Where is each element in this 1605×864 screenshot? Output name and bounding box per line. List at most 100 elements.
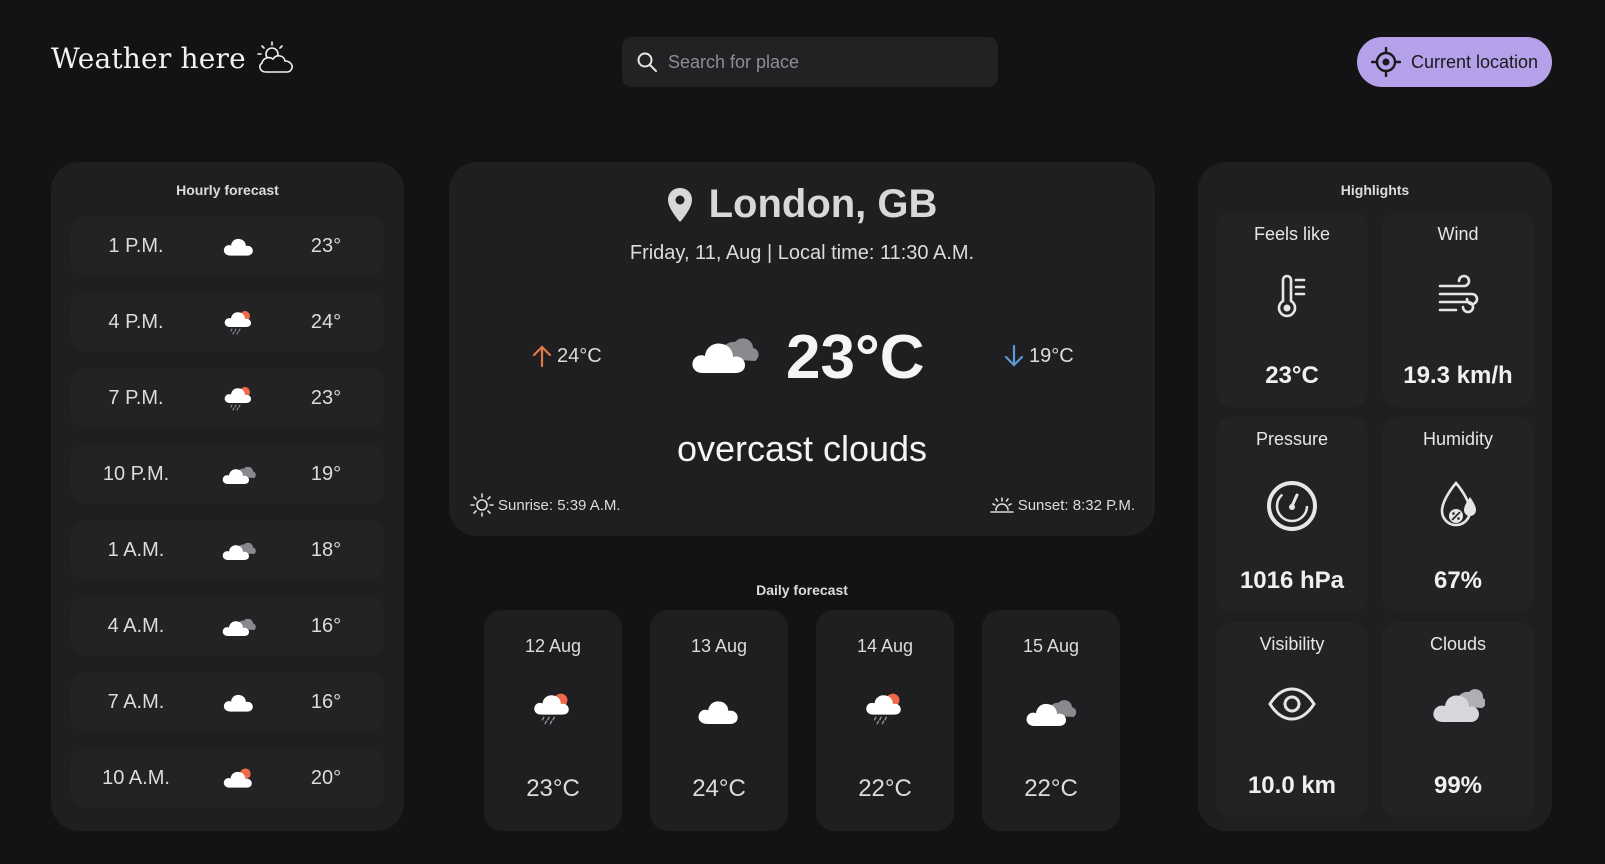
current-temp: 23°C — [786, 323, 925, 392]
hourly-row: 7 P.M. 23° — [71, 368, 384, 428]
feels-like-value: 23°C — [1265, 362, 1319, 389]
overcast-icon — [982, 690, 1120, 728]
hour-temp: 23° — [310, 386, 342, 409]
hourly-row: 4 P.M. 24° — [71, 292, 384, 352]
sun-cloud-icon — [201, 766, 276, 790]
daily-date: 13 Aug — [690, 636, 748, 656]
humidity-label: Humidity — [1422, 429, 1493, 449]
hour-time: 1 P.M. — [108, 234, 164, 257]
sunrise: Sunrise: 5:39 A.M. — [469, 492, 621, 518]
hour-time: 7 P.M. — [108, 386, 164, 409]
clouds-card: Clouds 99% — [1382, 622, 1534, 817]
rain-sun-icon — [201, 384, 276, 412]
wind-value: 19.3 km/h — [1403, 362, 1513, 389]
pressure-value: 1016 hPa — [1239, 567, 1345, 594]
highlights-panel: Highlights Feels like 23°C Wind 19.3 km/… — [1198, 162, 1552, 831]
max-temp: 24°C — [531, 344, 602, 368]
eye-icon — [1216, 684, 1368, 724]
daily-date: 12 Aug — [524, 636, 582, 656]
feels-like-label: Feels like — [1253, 224, 1331, 244]
hourly-forecast-panel: Hourly forecast 1 P.M. 23° 4 P.M. 24° 7 … — [51, 162, 404, 831]
rain-sun-icon — [484, 690, 622, 726]
rain-sun-icon — [201, 308, 276, 336]
clouds-value: 99% — [1433, 772, 1483, 799]
hourly-forecast-title: Hourly forecast — [176, 182, 279, 198]
sunrise-text: Sunrise: 5:39 A.M. — [498, 496, 621, 514]
sunset-text: Sunset: 8:32 P.M. — [1017, 496, 1135, 514]
min-temp: 19°C — [1003, 344, 1074, 368]
daily-forecast-title: Daily forecast — [756, 582, 848, 598]
rain-sun-icon — [816, 690, 954, 726]
daily-date: 15 Aug — [1022, 636, 1080, 656]
crosshair-icon — [1371, 47, 1401, 77]
hour-time: 4 P.M. — [108, 310, 164, 333]
hour-temp: 20° — [310, 766, 342, 789]
local-datetime: Friday, 11, Aug | Local time: 11:30 A.M. — [629, 242, 975, 264]
search-input[interactable] — [668, 51, 968, 73]
hourly-row: 1 A.M. 18° — [71, 520, 384, 580]
app-logo[interactable]: Weather here — [51, 40, 296, 76]
highlights-title: Highlights — [1340, 182, 1410, 198]
hourly-row: 10 P.M. 19° — [71, 444, 384, 504]
hour-temp: 24° — [310, 310, 342, 333]
humidity-icon — [1382, 479, 1534, 531]
visibility-label: Visibility — [1259, 634, 1325, 654]
hour-time: 10 A.M. — [102, 766, 170, 789]
hour-temp: 16° — [310, 614, 342, 637]
wind-card: Wind 19.3 km/h — [1382, 212, 1534, 407]
visibility-value: 10.0 km — [1247, 772, 1337, 799]
arrow-up-icon — [532, 345, 552, 368]
hourly-list: 1 P.M. 23° 4 P.M. 24° 7 P.M. 23° 10 P.M.… — [71, 216, 384, 824]
thermometer-icon — [1216, 274, 1368, 322]
hourly-row: 7 A.M. 16° — [71, 672, 384, 732]
hourly-row: 4 A.M. 16° — [71, 596, 384, 656]
hourly-row: 10 A.M. 20° — [71, 748, 384, 808]
cloud-icon — [201, 691, 276, 713]
arrow-down-icon — [1004, 344, 1024, 367]
hour-time: 7 A.M. — [107, 690, 165, 713]
city-name: London, GB — [708, 182, 938, 226]
clouds-icon — [1382, 684, 1534, 724]
wind-label: Wind — [1437, 224, 1479, 244]
humidity-value: 67% — [1433, 567, 1483, 594]
cloud-icon — [650, 690, 788, 726]
sunset-icon — [989, 497, 1014, 513]
sun-cloud-logo-icon — [257, 41, 293, 73]
humidity-card: Humidity 67% — [1382, 417, 1534, 612]
hourly-row: 1 P.M. 23° — [71, 216, 384, 276]
city-heading: London, GB — [449, 182, 1155, 227]
visibility-card: Visibility 10.0 km — [1216, 622, 1368, 817]
hour-time: 1 A.M. — [107, 538, 165, 561]
current-location-label: Current location — [1411, 51, 1539, 72]
daily-date: 14 Aug — [856, 636, 914, 656]
current-location-button[interactable]: Current location — [1357, 37, 1552, 87]
overcast-icon — [201, 614, 276, 638]
overcast-icon — [689, 330, 761, 381]
hour-temp: 19° — [310, 462, 342, 485]
sunrise-icon — [470, 493, 494, 517]
daily-temp: 22°C — [858, 775, 912, 802]
current-weather-panel: London, GB Friday, 11, Aug | Local time:… — [449, 162, 1155, 536]
daily-card: 14 Aug 22°C — [816, 610, 954, 831]
hour-time: 4 A.M. — [107, 614, 165, 637]
search-bar[interactable] — [622, 37, 998, 87]
hour-temp: 16° — [310, 690, 342, 713]
overcast-icon — [201, 462, 276, 486]
wind-icon — [1382, 274, 1534, 322]
highlights-grid: Feels like 23°C Wind 19.3 km/h Pressure … — [1216, 212, 1534, 817]
sunset: Sunset: 8:32 P.M. — [989, 492, 1135, 518]
daily-card: 15 Aug 22°C — [982, 610, 1120, 831]
daily-card: 12 Aug 23°C — [484, 610, 622, 831]
weather-description: overcast clouds — [676, 428, 928, 469]
daily-card: 13 Aug 24°C — [650, 610, 788, 831]
pressure-label: Pressure — [1255, 429, 1329, 449]
search-icon — [637, 52, 657, 72]
feels-like-card: Feels like 23°C — [1216, 212, 1368, 407]
hour-temp: 23° — [310, 234, 342, 257]
hour-time: 10 P.M. — [102, 462, 170, 485]
daily-temp: 22°C — [1024, 775, 1078, 802]
location-pin-icon — [667, 187, 692, 222]
daily-temp: 23°C — [526, 775, 580, 802]
daily-temp: 24°C — [692, 775, 746, 802]
pressure-card: Pressure 1016 hPa — [1216, 417, 1368, 612]
